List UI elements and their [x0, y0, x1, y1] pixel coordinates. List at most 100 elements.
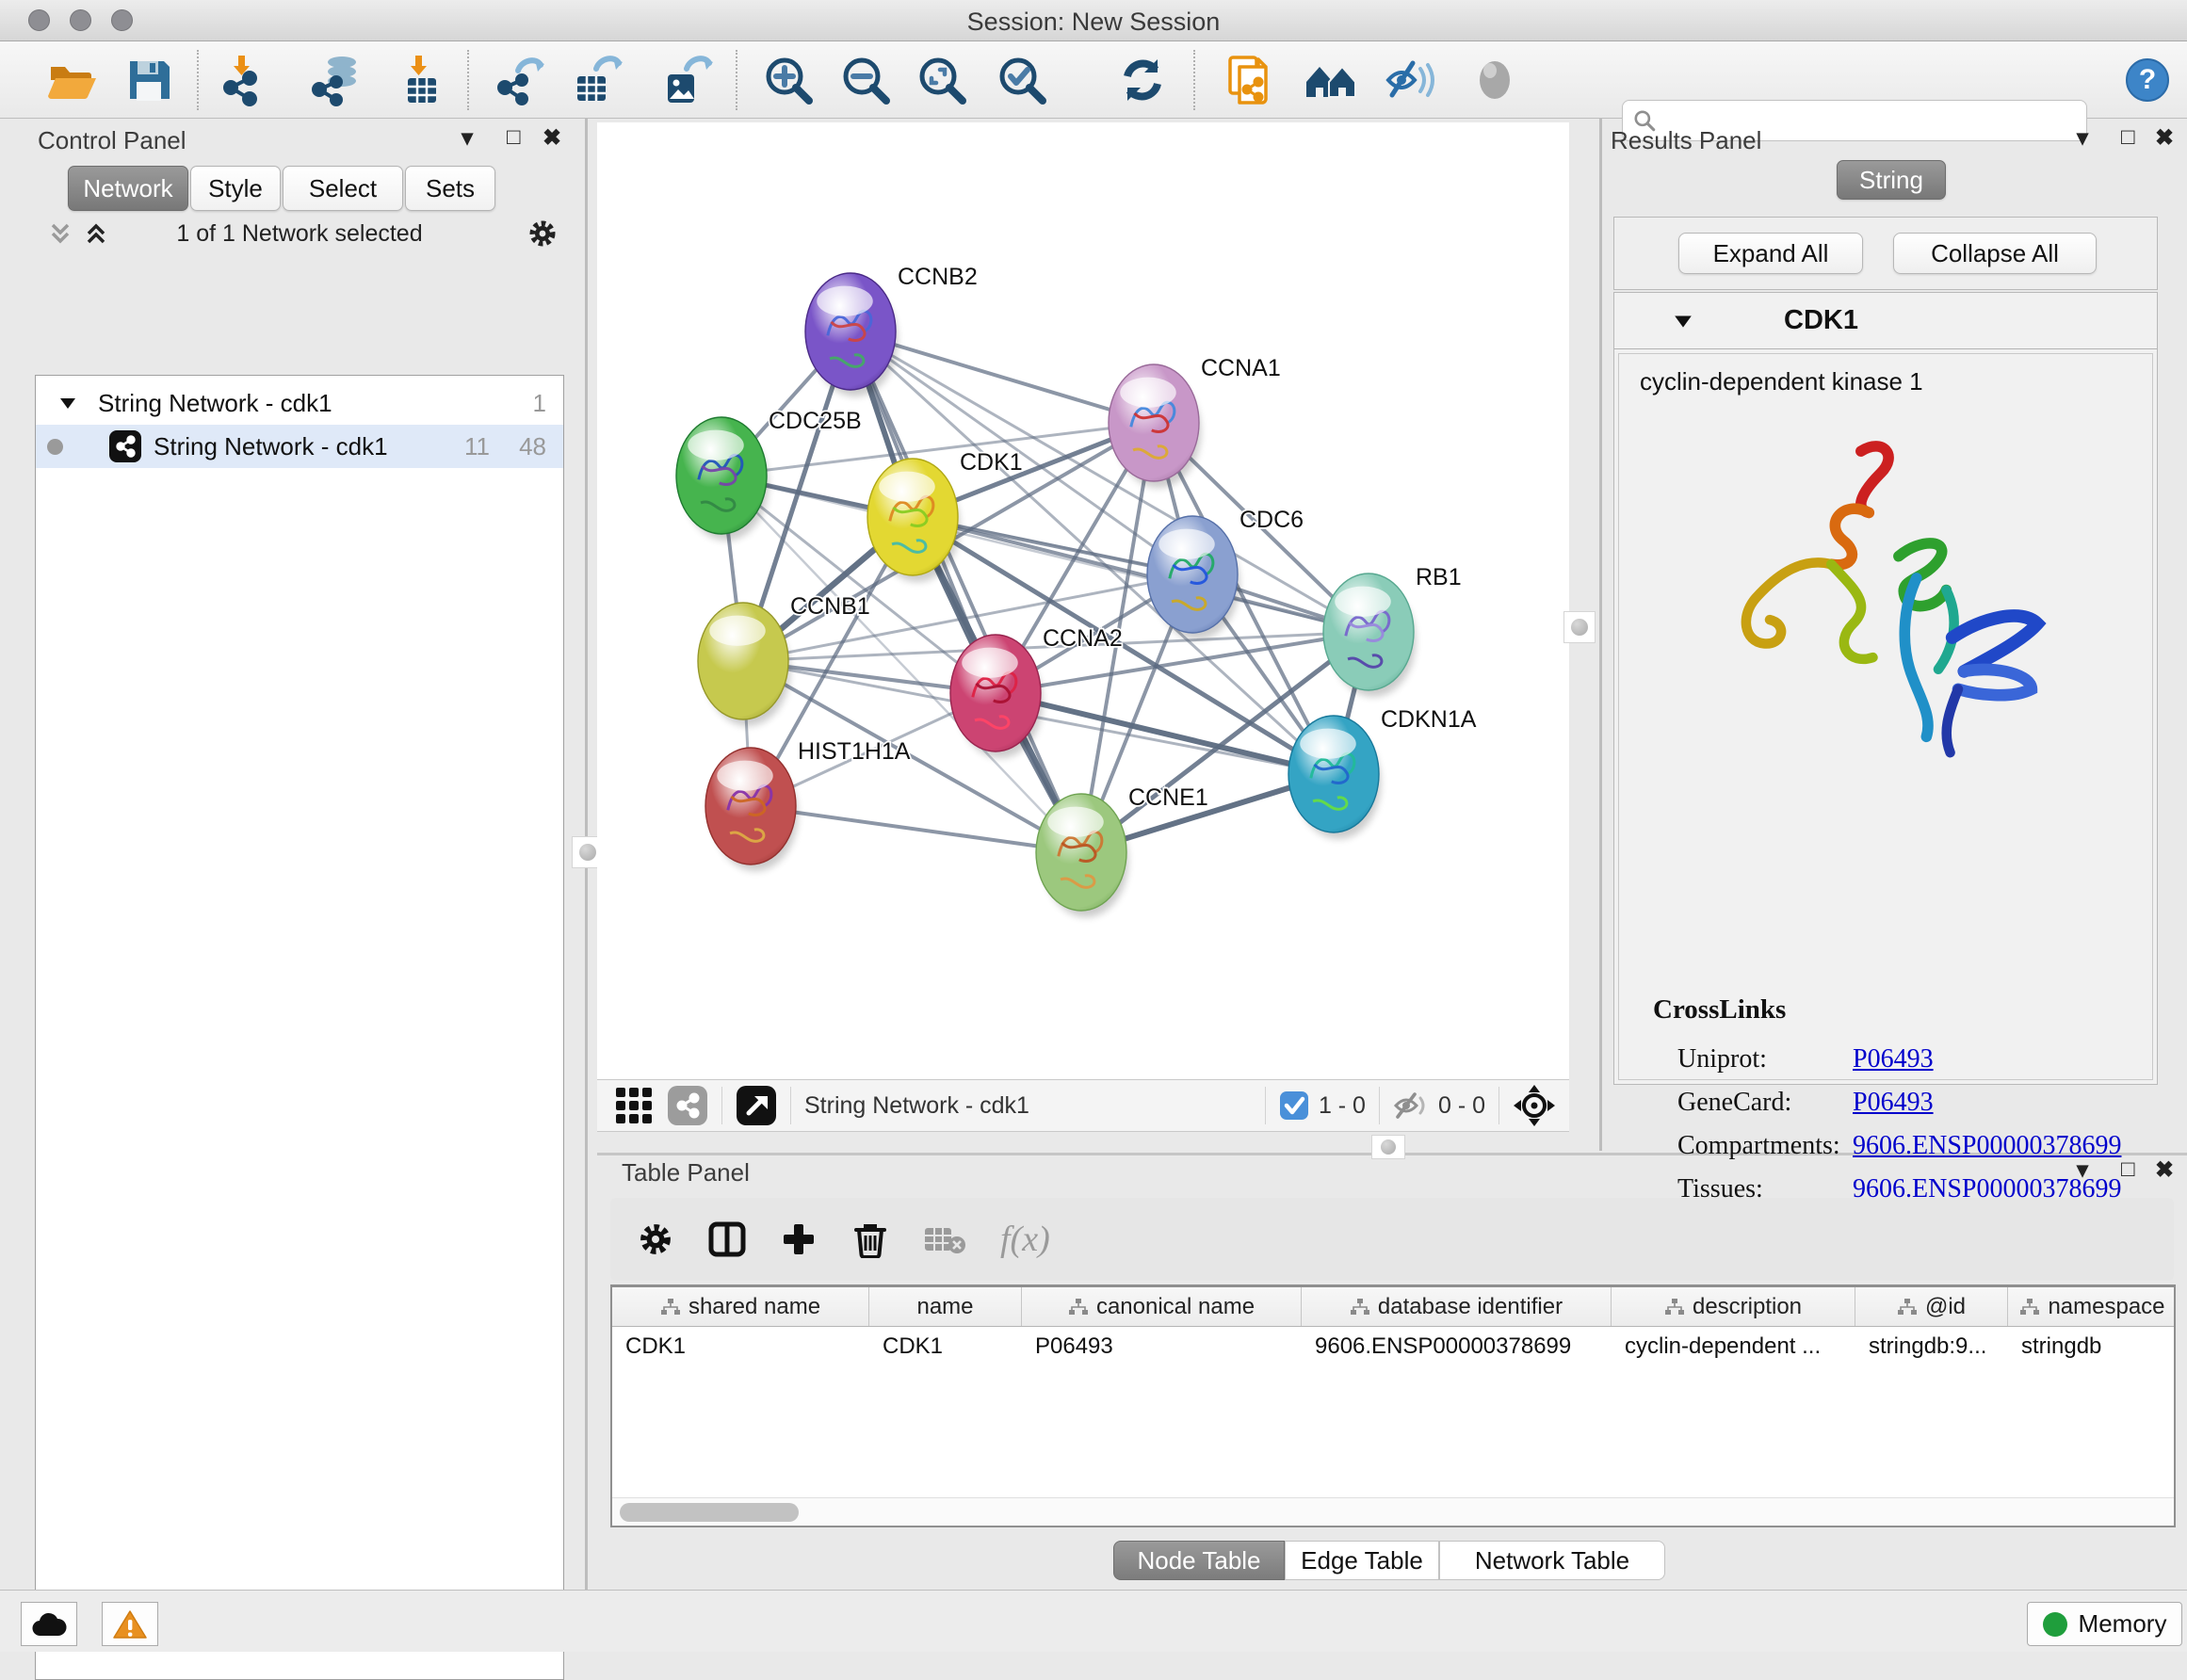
results-panel-float-icon[interactable]: □ — [2121, 124, 2135, 151]
network-node-count: 11 — [464, 432, 490, 461]
entry-expander-icon[interactable] — [1673, 311, 1693, 331]
delete-table-icon — [923, 1222, 966, 1256]
edge-CCNB2-CCNE1[interactable] — [850, 331, 1081, 852]
show-all-icon[interactable] — [1468, 54, 1521, 106]
column-type-icon — [1350, 1298, 1370, 1317]
warning-button[interactable] — [102, 1602, 158, 1646]
memory-button[interactable]: Memory — [2027, 1602, 2182, 1646]
node-RB1[interactable] — [1323, 573, 1416, 697]
column-header-database-identifier[interactable]: database identifier — [1302, 1287, 1612, 1326]
import-table-icon[interactable] — [393, 54, 446, 106]
import-network-icon[interactable] — [218, 54, 270, 106]
table-row[interactable]: CDK1CDK1P064939606.ENSP00000378699cyclin… — [612, 1327, 2174, 1366]
node-CCNA2[interactable] — [950, 635, 1043, 758]
column-header-label: name — [916, 1294, 973, 1320]
table-horizontal-scrollbar[interactable] — [612, 1497, 2174, 1526]
node-CCNE1[interactable] — [1036, 794, 1128, 917]
gear-icon[interactable] — [526, 218, 559, 250]
zoom-in-icon[interactable] — [762, 54, 815, 106]
zoom-out-icon[interactable] — [839, 54, 892, 106]
gene-description: cyclin-dependent kinase 1 — [1640, 367, 1923, 396]
table-cell[interactable]: stringdb:9... — [1855, 1327, 2008, 1366]
export-image-icon[interactable] — [660, 54, 713, 106]
table-gear-icon[interactable] — [637, 1220, 674, 1258]
tree-expander-icon[interactable] — [58, 394, 77, 412]
network-canvas[interactable]: CCNB2CCNA1CDC25BCDK1CDC6RB1CCNB1CCNA2CDK… — [597, 122, 1569, 1079]
collapse-all-button[interactable]: Collapse All — [1893, 233, 2097, 274]
table-cell[interactable]: P06493 — [1022, 1327, 1302, 1366]
table-cell[interactable]: CDK1 — [612, 1327, 869, 1366]
tab-edge-table[interactable]: Edge Table — [1285, 1541, 1439, 1580]
show-columns-icon[interactable] — [708, 1220, 746, 1258]
control-panel-close-icon[interactable]: ✖ — [543, 124, 561, 152]
column-header-description[interactable]: description — [1612, 1287, 1855, 1326]
node-CDC25B[interactable] — [676, 417, 769, 541]
home-icon[interactable] — [1304, 54, 1357, 106]
network-view-statusbar: String Network - cdk1 1 - 0 0 - 0 — [597, 1079, 1569, 1132]
tab-network-table[interactable]: Network Table — [1439, 1541, 1665, 1580]
node-CDC6[interactable] — [1147, 516, 1239, 639]
column-header-label: @id — [1925, 1294, 1966, 1320]
network-collection-row[interactable]: String Network - cdk1 1 — [36, 381, 563, 425]
refresh-icon[interactable] — [1116, 54, 1169, 106]
table-cell[interactable]: stringdb — [2008, 1327, 2176, 1366]
tab-style[interactable]: Style — [190, 166, 281, 211]
tab-select[interactable]: Select — [283, 166, 403, 211]
table-cell[interactable]: CDK1 — [869, 1327, 1022, 1366]
fit-content-crosshair-icon[interactable] — [1513, 1084, 1556, 1127]
results-panel-close-icon[interactable]: ✖ — [2155, 124, 2174, 152]
network-view-share-icon[interactable] — [667, 1085, 708, 1126]
edge-HIST1H1A-CCNE1[interactable] — [751, 806, 1081, 852]
expand-all-button[interactable]: Expand All — [1678, 233, 1863, 274]
add-column-icon[interactable] — [780, 1220, 818, 1258]
share-document-icon[interactable] — [1224, 54, 1277, 106]
control-panel-float-icon[interactable]: □ — [507, 124, 521, 151]
export-network-icon[interactable] — [494, 54, 546, 106]
node-CCNA1[interactable] — [1109, 364, 1201, 488]
results-tab-string[interactable]: String — [1837, 160, 1946, 200]
scrollbar-thumb[interactable] — [620, 1503, 799, 1522]
network-row-selected[interactable]: String Network - cdk1 11 48 — [36, 425, 563, 468]
birdseye-view-icon[interactable] — [736, 1085, 777, 1126]
tab-sets[interactable]: Sets — [405, 166, 495, 211]
results-panel-menu-icon[interactable]: ▾ — [2077, 124, 2088, 152]
column-header-canonical-name[interactable]: canonical name — [1022, 1287, 1302, 1326]
table-panel-menu-icon[interactable]: ▾ — [2077, 1156, 2088, 1184]
zoom-selected-icon[interactable] — [996, 54, 1048, 106]
selected-checkbox-icon[interactable] — [1279, 1090, 1309, 1121]
control-panel-menu-icon[interactable]: ▾ — [462, 124, 473, 152]
column-header-namespace[interactable]: namespace — [2008, 1287, 2176, 1326]
export-table-icon[interactable] — [570, 54, 623, 106]
node-CCNB1[interactable] — [698, 603, 790, 726]
node-CDK1[interactable] — [867, 459, 960, 582]
crosslink-value-link[interactable]: P06493 — [1853, 1088, 1934, 1118]
selection-status-text: 1 of 1 Network selected — [25, 220, 574, 248]
table-cell[interactable]: cyclin-dependent ... — [1612, 1327, 1855, 1366]
memory-status-dot — [2043, 1612, 2067, 1637]
column-type-icon — [2019, 1298, 2040, 1317]
table-cell[interactable]: 9606.ENSP00000378699 — [1302, 1327, 1612, 1366]
node-CCNB2[interactable] — [805, 273, 898, 396]
cloud-button[interactable] — [21, 1602, 77, 1646]
hide-selected-icon[interactable] — [1385, 54, 1437, 106]
delete-column-icon[interactable] — [851, 1220, 889, 1258]
node-HIST1H1A[interactable] — [705, 748, 798, 871]
open-session-icon[interactable] — [45, 54, 98, 106]
grid-mode-icon[interactable] — [614, 1086, 654, 1125]
help-icon[interactable]: ? — [2125, 57, 2170, 103]
table-panel-close-icon[interactable]: ✖ — [2155, 1156, 2174, 1184]
tab-node-table[interactable]: Node Table — [1113, 1541, 1285, 1580]
save-session-icon[interactable] — [122, 54, 175, 106]
divider-handle[interactable] — [1563, 611, 1596, 643]
column-header-shared-name[interactable]: shared name — [612, 1287, 869, 1326]
tab-network[interactable]: Network — [68, 166, 188, 211]
column-header--id[interactable]: @id — [1855, 1287, 2008, 1326]
selected-counts: 1 - 0 — [1319, 1092, 1366, 1120]
zoom-fit-icon[interactable] — [915, 54, 968, 106]
crosslink-value-link[interactable]: P06493 — [1853, 1044, 1934, 1074]
column-header-name[interactable]: name — [869, 1287, 1022, 1326]
table-panel-float-icon[interactable]: □ — [2121, 1156, 2135, 1183]
import-network-database-icon[interactable] — [308, 54, 361, 106]
gene-entry-header[interactable]: CDK1 — [1614, 293, 2157, 349]
node-CDKN1A[interactable] — [1288, 716, 1381, 839]
